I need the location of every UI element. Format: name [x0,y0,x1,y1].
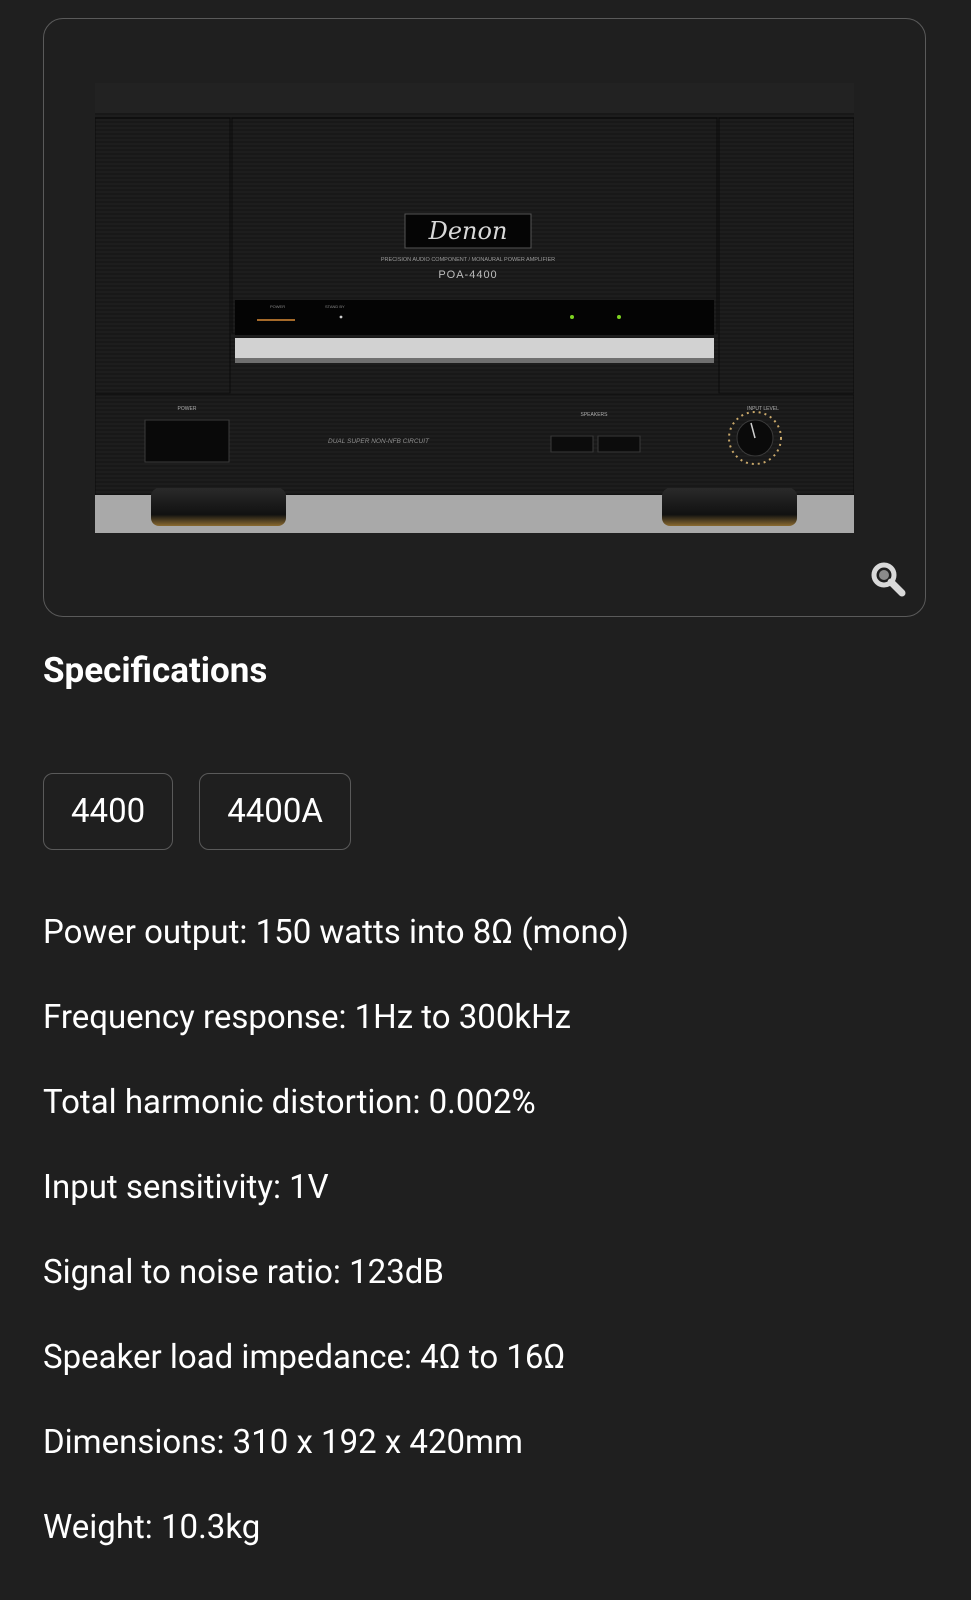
spec-thd: Total harmonic distortion: 0.002% [43,1083,536,1122]
speaker-a-led [570,315,574,319]
input-level-label: INPUT LEVEL [747,406,779,412]
spec-dimensions: Dimensions: 310 x 192 x 420mm [43,1423,523,1462]
spec-power-output: Power output: 150 watts into 8Ω (mono) [43,913,629,952]
spec-snr: Signal to noise ratio: 123dB [43,1253,444,1292]
spec-weight: Weight: 10.3kg [43,1508,261,1547]
left-foot [151,488,286,526]
product-image-card[interactable]: Denon PRECISION AUDIO COMPONENT / MONAUR… [43,18,926,617]
section-title: Specifications [43,650,268,691]
power-led [257,319,295,321]
zoom-button[interactable] [869,560,907,598]
power-switch [144,419,230,463]
model-label: POA-4400 [438,269,497,281]
brand-logo: Denon [428,217,508,245]
product-image[interactable]: Denon PRECISION AUDIO COMPONENT / MONAUR… [95,83,854,533]
variant-tab-4400[interactable]: 4400 [43,773,174,850]
magnifier-icon [871,562,906,597]
power-switch-label: POWER [178,406,197,412]
spec-impedance: Speaker load impedance: 4Ω to 16Ω [43,1338,566,1377]
amplifier-illustration: Denon PRECISION AUDIO COMPONENT / MONAUR… [95,83,854,533]
right-foot [662,488,797,526]
spec-frequency-response: Frequency response: 1Hz to 300kHz [43,998,572,1037]
standby-label: STAND BY [325,304,345,309]
amp-subtitle: PRECISION AUDIO COMPONENT / MONAURAL POW… [381,257,555,263]
spec-input-sensitivity: Input sensitivity: 1V [43,1168,329,1207]
speaker-b-led [617,315,621,319]
power-indicator-label: POWER [270,304,285,309]
speakers-label: SPEAKERS [581,412,609,418]
variant-tabs: 4400 4400A [43,773,351,850]
circuit-label: DUAL SUPER NON-NFB CIRCUIT [328,438,430,445]
variant-tab-4400a[interactable]: 4400A [199,773,351,850]
spec-list: Power output: 150 watts into 8Ω (mono) F… [43,913,629,1593]
